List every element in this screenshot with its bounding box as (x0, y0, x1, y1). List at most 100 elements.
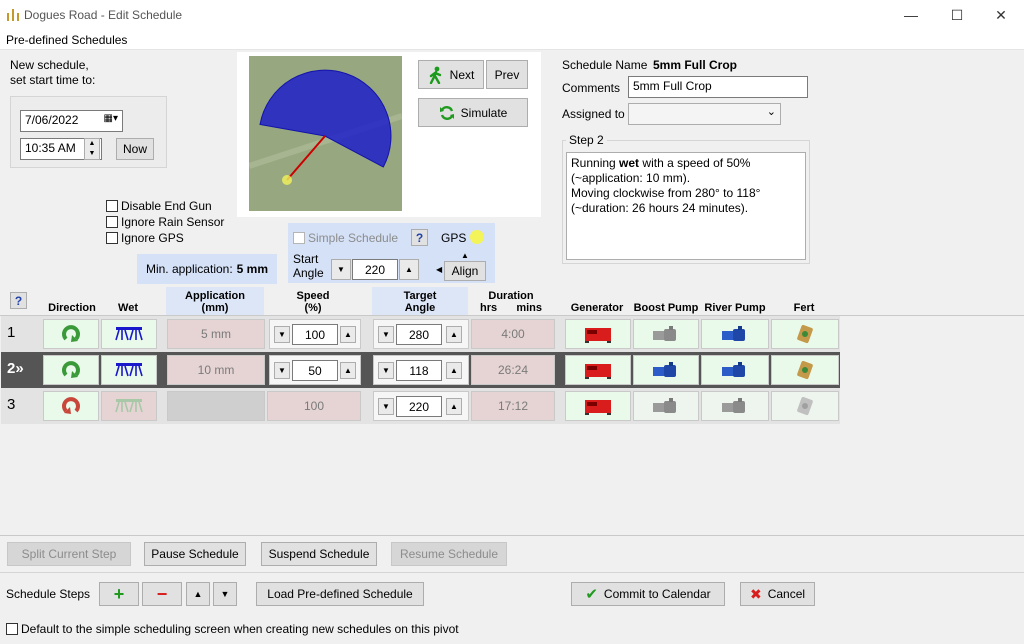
target-angle-stepper[interactable]: ▼ 118 ▲ (373, 355, 469, 385)
prev-button[interactable]: Prev (486, 60, 528, 89)
pump-off-icon (653, 326, 676, 341)
speed-stepper[interactable]: ▼ 100 ▲ (269, 319, 361, 349)
target-angle-value[interactable]: 118 (396, 360, 442, 381)
commit-calendar-button[interactable]: ✔ Commit to Calendar (571, 582, 725, 606)
load-predefined-button[interactable]: Load Pre-defined Schedule (256, 582, 424, 606)
start-time-label: New schedule, set start time to: (10, 58, 95, 88)
comments-input[interactable]: 5mm Full Crop (628, 76, 808, 98)
move-step-down-button[interactable]: ▼ (213, 582, 237, 606)
add-step-button[interactable]: + (99, 582, 139, 606)
target-angle-value[interactable]: 220 (396, 396, 442, 417)
pause-schedule-button[interactable]: Pause Schedule (144, 542, 246, 566)
speed-cell: 100 (267, 391, 361, 421)
cancel-button[interactable]: ✖ Cancel (740, 582, 815, 606)
river-pump-cell[interactable] (701, 319, 769, 349)
generator-cell[interactable] (565, 391, 631, 421)
close-button[interactable]: ✕ (978, 0, 1024, 30)
minimize-button[interactable]: — (888, 0, 934, 30)
table-row[interactable]: 1 5 mm ▼ 100 ▲ ▼ 280 ▲ 4:00 (1, 316, 840, 352)
table-help-button[interactable]: ? (10, 292, 27, 309)
table-row[interactable]: 3 100 ▼ 220 ▲ 17:12 (1, 388, 840, 424)
header-application: Application (mm) (166, 287, 264, 315)
schedule-name-value: 5mm Full Crop (653, 58, 738, 72)
commit-label: Commit to Calendar (603, 587, 711, 601)
header-wet: Wet (118, 302, 138, 314)
split-step-button[interactable]: Split Current Step (7, 542, 131, 566)
wet-cell[interactable] (101, 391, 157, 421)
direction-cell[interactable] (43, 391, 99, 421)
header-application-label: Application (185, 290, 245, 302)
header-hrs: hrs (480, 302, 498, 314)
start-angle-value[interactable]: 220 (352, 259, 398, 280)
header-boost-pump: Boost Pump (633, 302, 699, 314)
increase-icon[interactable]: ▲ (446, 398, 462, 415)
direction-cell[interactable] (43, 355, 99, 385)
date-picker[interactable]: 7/06/2022 ▦▾ (20, 110, 123, 132)
chevron-down-icon: ⌄ (766, 106, 776, 118)
disable-end-gun-checkbox[interactable]: Disable End Gun (106, 199, 212, 213)
ignore-gps-checkbox[interactable]: Ignore GPS (106, 231, 184, 245)
table-row-current[interactable]: 2» 10 mm ▼ 50 ▲ ▼ 118 ▲ 26:24 (1, 352, 840, 388)
next-label: Next (449, 67, 475, 82)
river-pump-cell[interactable] (701, 391, 769, 421)
decrease-icon[interactable]: ▼ (274, 362, 290, 379)
wet-cell[interactable] (101, 355, 157, 385)
direction-cell[interactable] (43, 319, 99, 349)
fert-cell[interactable] (771, 319, 839, 349)
calendar-dropdown-icon[interactable]: ▦▾ (104, 113, 118, 124)
boost-pump-cell[interactable] (633, 391, 699, 421)
align-up-arrow-icon: ▲ (461, 251, 469, 260)
wet-cell[interactable] (101, 319, 157, 349)
sprinkler-dry-icon (115, 399, 143, 413)
increase-icon[interactable]: ▲ (340, 362, 356, 379)
target-angle-stepper[interactable]: ▼ 280 ▲ (373, 319, 469, 349)
step-description: Running wet with a speed of 50% (~applic… (566, 152, 806, 260)
boost-pump-cell[interactable] (633, 355, 699, 385)
assigned-to-select[interactable]: ⌄ (628, 103, 781, 125)
step-line3: Moving clockwise from 280° to 118° (571, 186, 761, 200)
resume-schedule-button[interactable]: Resume Schedule (391, 542, 507, 566)
time-spin-icon[interactable]: ▲ ▼ (84, 138, 100, 160)
suspend-schedule-button[interactable]: Suspend Schedule (261, 542, 377, 566)
increase-icon[interactable]: ▲ (446, 362, 462, 379)
simulate-label: Simulate (460, 105, 508, 120)
min-application-box: Min. application: 5 mm (137, 254, 277, 284)
simple-schedule-checkbox[interactable]: Simple Schedule (293, 231, 398, 245)
ignore-rain-sensor-checkbox[interactable]: Ignore Rain Sensor (106, 215, 224, 229)
fert-cell[interactable] (771, 391, 839, 421)
decrease-icon[interactable]: ▼ (378, 398, 394, 415)
step-line1-bold: wet (619, 156, 640, 170)
remove-step-button[interactable]: − (142, 582, 182, 606)
generator-cell[interactable] (565, 319, 631, 349)
header-river-pump: River Pump (704, 302, 766, 314)
help-button[interactable]: ? (411, 229, 428, 246)
header-direction: Direction (48, 302, 96, 314)
speed-value[interactable]: 100 (292, 324, 338, 345)
decrease-icon[interactable]: ▼ (378, 362, 394, 379)
default-simple-screen-checkbox[interactable]: Default to the simple scheduling screen … (6, 622, 459, 636)
generator-cell[interactable] (565, 355, 631, 385)
menu-predefined-schedules[interactable]: Pre-defined Schedules (6, 33, 127, 47)
header-fert: Fert (793, 302, 815, 314)
target-angle-stepper[interactable]: ▼ 220 ▲ (373, 391, 469, 421)
increase-icon[interactable]: ▲ (340, 326, 356, 343)
increase-icon[interactable]: ▲ (399, 259, 419, 280)
speed-value[interactable]: 50 (292, 360, 338, 381)
increase-icon[interactable]: ▲ (446, 326, 462, 343)
target-angle-value[interactable]: 280 (396, 324, 442, 345)
next-button[interactable]: Next (418, 60, 484, 89)
now-button[interactable]: Now (116, 138, 154, 160)
maximize-button[interactable]: ☐ (934, 0, 980, 30)
speed-stepper[interactable]: ▼ 50 ▲ (269, 355, 361, 385)
decrease-icon[interactable]: ▼ (274, 326, 290, 343)
start-angle-stepper[interactable]: ▼ 220 ▲ (331, 259, 420, 280)
application-cell: 5 mm (167, 319, 265, 349)
decrease-icon[interactable]: ▼ (378, 326, 394, 343)
river-pump-cell[interactable] (701, 355, 769, 385)
simulate-button[interactable]: Simulate (418, 98, 528, 127)
boost-pump-cell[interactable] (633, 319, 699, 349)
decrease-icon[interactable]: ▼ (331, 259, 351, 280)
align-button[interactable]: Align (444, 261, 486, 281)
move-step-up-button[interactable]: ▲ (186, 582, 210, 606)
fert-cell[interactable] (771, 355, 839, 385)
